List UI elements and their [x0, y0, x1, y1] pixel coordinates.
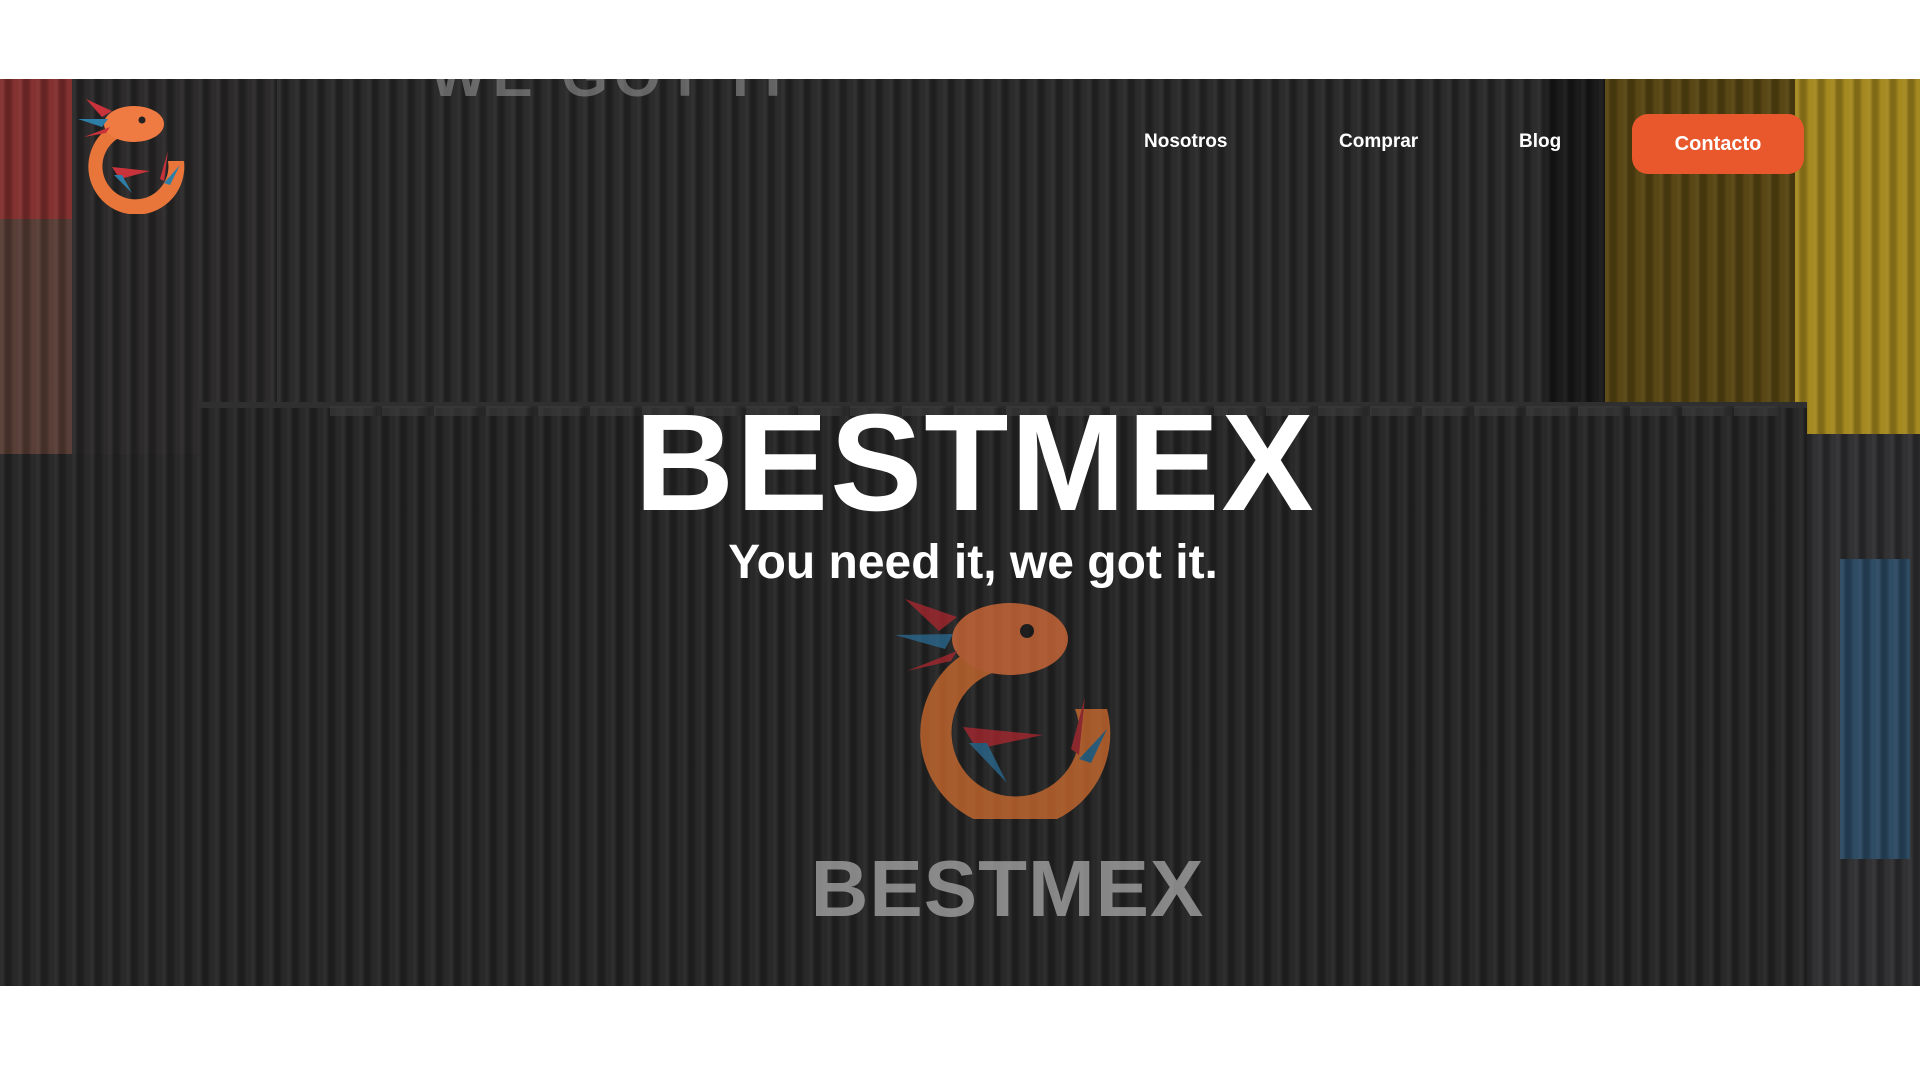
contact-button[interactable]: Contacto — [1632, 114, 1804, 174]
nav-link-nosotros[interactable]: Nosotros — [1144, 131, 1227, 153]
hero-title: BESTMEX — [634, 386, 1316, 540]
painted-brand-text: BESTMEX — [810, 844, 1205, 933]
nav-link-blog[interactable]: Blog — [1519, 131, 1561, 153]
axolotl-logo-icon[interactable] — [72, 89, 197, 215]
axolotl-emblem-icon — [895, 579, 1135, 829]
nav-link-comprar[interactable]: Comprar — [1339, 131, 1418, 153]
hero-section: WE GOT IT Nosotros Comprar Blog Contacto… — [0, 79, 1920, 986]
